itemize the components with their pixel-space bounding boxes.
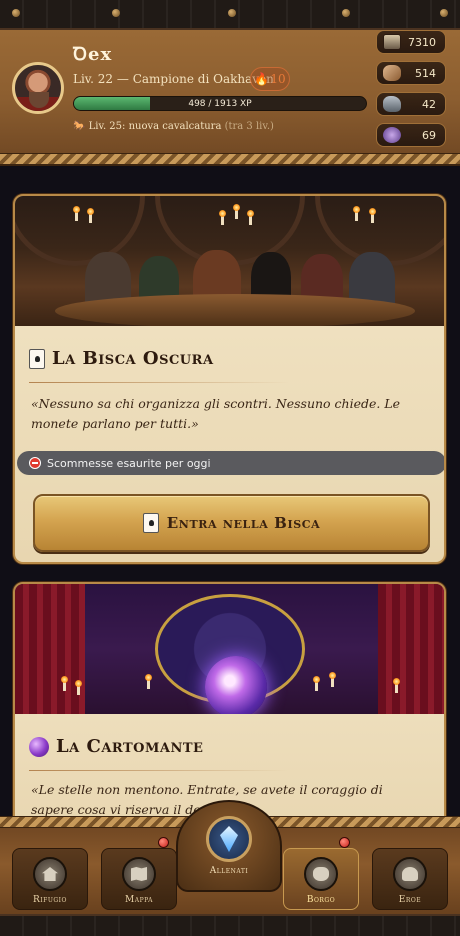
bisca-title-text: La Bisca Oscura [52, 348, 214, 369]
location-list[interactable]: La Bisca Oscura «Nessuno sa chi organizz… [0, 166, 460, 816]
bets-exhausted-text: Scommesse esaurite per oggi [47, 456, 211, 470]
tab-rifugio[interactable]: Rifugio [12, 848, 88, 910]
tab-allenati[interactable]: Allenati [176, 800, 282, 892]
resource-gems[interactable]: 69 [376, 123, 446, 147]
map-icon [131, 867, 147, 881]
player-name: Ꝺex [73, 44, 113, 65]
bottom-navigation: Rifugio Mappa Allenati Borgo Eroe [0, 800, 460, 936]
cartomante-title-text: La Cartomante [56, 736, 204, 757]
gold-chest-icon [383, 34, 401, 50]
wood-floor-decoration [0, 914, 460, 936]
borgo-notification-dot [339, 837, 350, 848]
cartomante-illustration [15, 584, 444, 714]
bisca-illustration [15, 196, 444, 326]
streak-badge[interactable]: 🔥 10 [250, 67, 290, 91]
rivet-decoration [112, 9, 120, 17]
crystal-icon [220, 826, 238, 852]
location-card-cartomante: La Cartomante «Le stelle non mentono. En… [13, 582, 446, 816]
mappa-notification-dot [158, 837, 169, 848]
tab-allenati-label: Allenati [209, 866, 249, 876]
title-divider [29, 770, 289, 771]
player-header: Ꝺex Liv. 22 — Campione di Oakhaven 🔥 10 … [0, 0, 460, 166]
xp-progress-text: 498 / 1913 XP [188, 99, 252, 109]
bets-exhausted-notice: Scommesse esaurite per oggi [17, 451, 444, 475]
rivet-decoration [440, 9, 448, 17]
tab-mappa-label: Mappa [125, 895, 153, 905]
next-level-reward: 🐎 Liv. 25: nuova cavalcatura (tra 3 liv.… [73, 121, 274, 132]
flame-icon: 🔥 [254, 72, 270, 86]
player-avatar[interactable] [12, 62, 64, 114]
rivet-decoration [342, 9, 350, 17]
xp-progress-bar: 498 / 1913 XP [73, 96, 367, 111]
wood-icon [383, 65, 401, 81]
resource-stone[interactable]: 42 [376, 92, 446, 116]
resource-wood[interactable]: 514 [376, 61, 446, 85]
no-entry-icon [29, 457, 41, 469]
gem-icon [383, 127, 401, 143]
bag-icon [313, 867, 329, 881]
rope-divider [0, 153, 460, 165]
tab-eroe-label: Eroe [398, 895, 422, 905]
tab-rifugio-label: Rifugio [33, 895, 67, 905]
tab-mappa[interactable]: Mappa [101, 848, 177, 910]
tab-borgo-label: Borgo [306, 895, 336, 905]
resource-gems-value: 69 [422, 128, 436, 142]
cartomante-title: La Cartomante [29, 736, 203, 757]
resource-stone-value: 42 [422, 97, 436, 111]
stone-icon [383, 96, 401, 112]
location-card-bisca: La Bisca Oscura «Nessuno sa chi organizz… [13, 194, 446, 564]
enter-bisca-button[interactable]: Entra nella Bisca [33, 494, 430, 552]
mount-icon: 🐎 [73, 121, 86, 132]
tab-borgo[interactable]: Borgo [283, 848, 359, 910]
helmet-icon [402, 867, 418, 881]
house-icon [42, 867, 58, 881]
streak-count: 10 [270, 72, 286, 86]
rivet-decoration [12, 9, 20, 17]
rivet-decoration [228, 9, 236, 17]
title-divider [29, 382, 289, 383]
resource-gold[interactable]: 7310 [376, 30, 446, 54]
playing-card-icon [142, 513, 159, 533]
next-level-hint: (tra 3 liv.) [224, 121, 274, 132]
next-level-text: Liv. 25: nuova cavalcatura [88, 121, 222, 132]
bisca-quote: «Nessuno sa chi organizza gli scontri. N… [31, 396, 401, 431]
tab-eroe[interactable]: Eroe [372, 848, 448, 910]
crystal-ball-icon [29, 736, 49, 757]
playing-card-icon [29, 348, 45, 369]
player-level-title: Liv. 22 — Campione di Oakhaven [73, 72, 274, 86]
enter-bisca-label: Entra nella Bisca [166, 514, 321, 532]
bisca-title: La Bisca Oscura [29, 348, 214, 369]
resource-gold-value: 7310 [408, 35, 436, 49]
resource-wood-value: 514 [415, 66, 436, 80]
